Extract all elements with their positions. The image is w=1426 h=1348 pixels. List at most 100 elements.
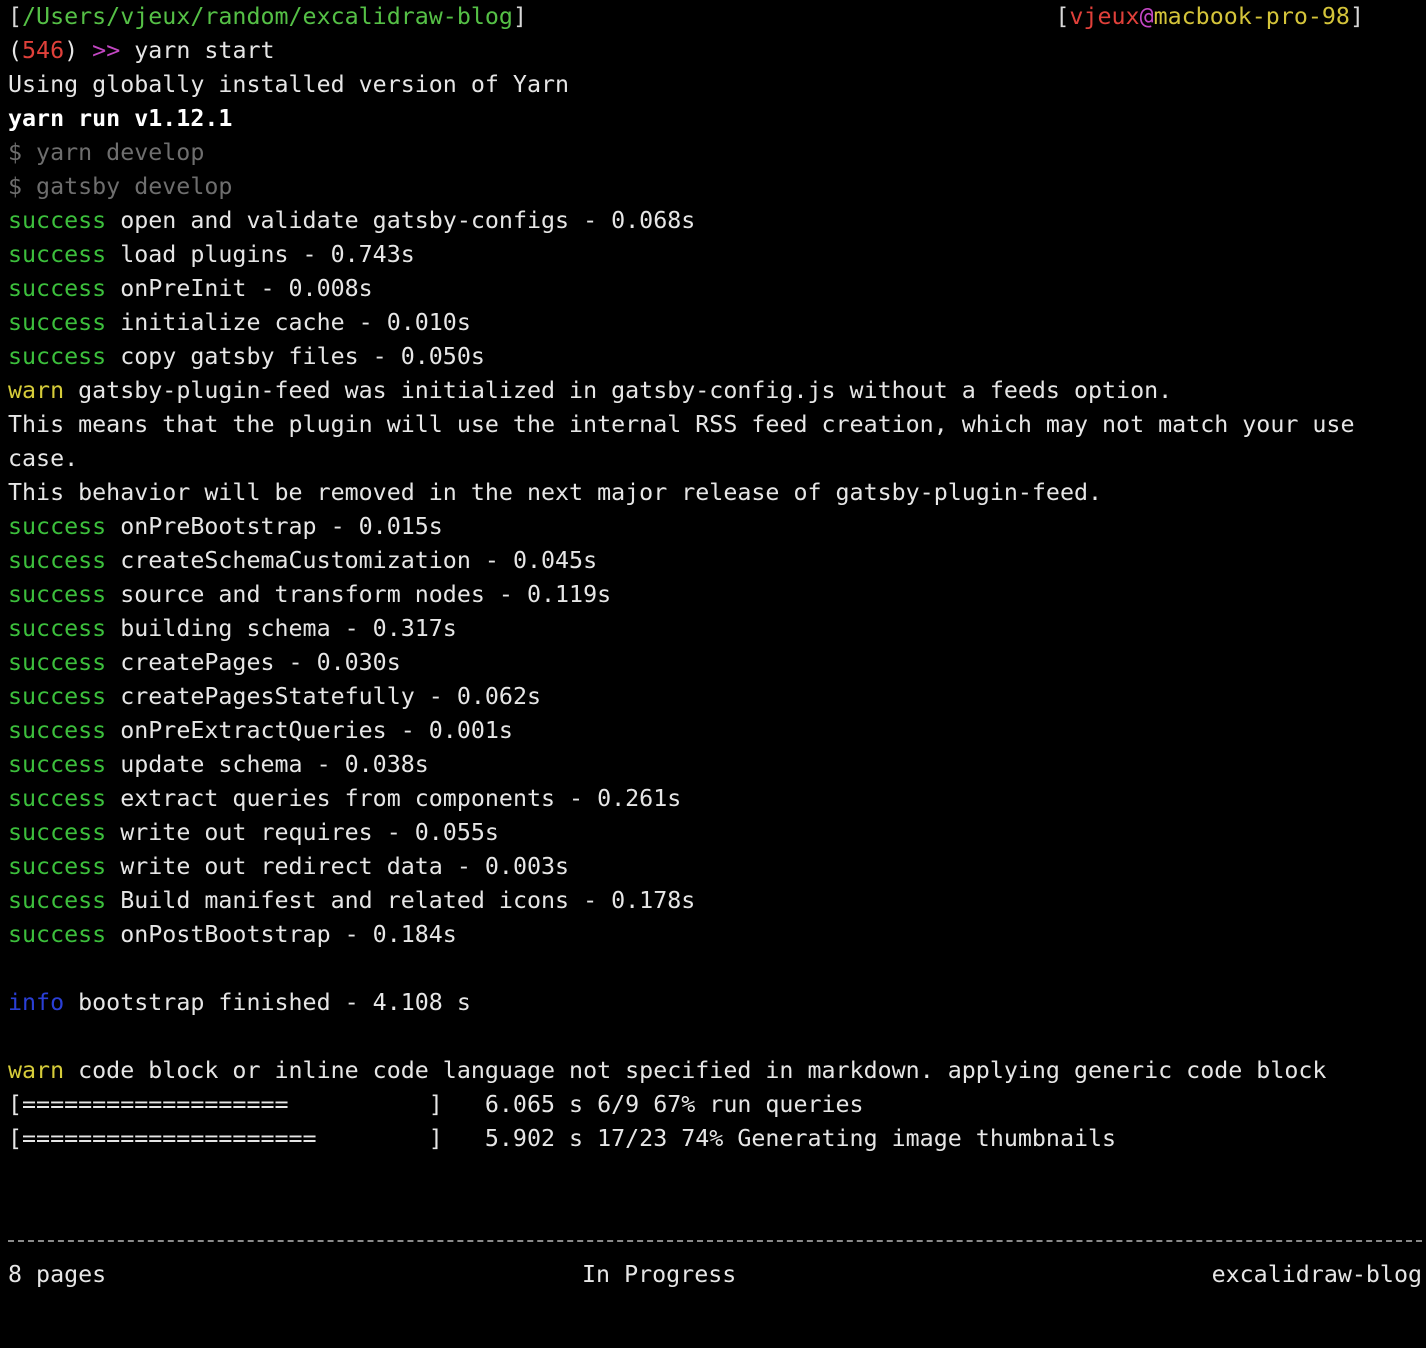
- text-segment: $ yarn develop: [8, 139, 205, 166]
- text-segment: This behavior will be removed in the nex…: [8, 479, 1103, 506]
- output-line: success onPreExtractQueries - 0.001s: [8, 714, 513, 748]
- text-segment: gatsby-plugin-feed was initialized in ga…: [64, 377, 1173, 404]
- output-line: success building schema - 0.317s: [8, 612, 457, 646]
- text-segment: success: [8, 343, 107, 370]
- text-segment: load plugins - 0.743s: [106, 241, 415, 268]
- text-segment: onPreBootstrap - 0.015s: [106, 513, 443, 540]
- text-segment: success: [8, 785, 107, 812]
- output-line: success write out requires - 0.055s: [8, 816, 499, 850]
- text-segment: success: [8, 513, 107, 540]
- text-segment: success: [8, 581, 107, 608]
- text-segment: write out requires - 0.055s: [106, 819, 499, 846]
- output-line: success Build manifest and related icons…: [8, 884, 695, 918]
- text-segment: success: [8, 751, 107, 778]
- output-line: success createPagesStatefully - 0.062s: [8, 680, 541, 714]
- text-segment: source and transform nodes - 0.119s: [106, 581, 612, 608]
- text-segment: extract queries from components - 0.261s: [106, 785, 682, 812]
- text-segment: [: [8, 3, 23, 30]
- text-segment: ): [64, 37, 93, 64]
- text-segment: success: [8, 819, 107, 846]
- text-segment: success: [8, 887, 107, 914]
- output-line: (546) >> yarn start: [8, 34, 275, 68]
- text-segment: onPreInit - 0.008s: [106, 275, 373, 302]
- text-segment: Build manifest and related icons - 0.178…: [106, 887, 696, 914]
- output-line: success source and transform nodes - 0.1…: [8, 578, 611, 612]
- text-segment: success: [8, 207, 107, 234]
- output-line: success load plugins - 0.743s: [8, 238, 415, 272]
- text-segment: /Users/vjeux/random/excalidraw-blog: [22, 3, 513, 30]
- text-segment: $ gatsby develop: [8, 173, 233, 200]
- terminal-window[interactable]: [/Users/vjeux/random/excalidraw-blog] [v…: [0, 0, 1426, 1348]
- text-segment: 546: [22, 37, 65, 64]
- status-progress: In Progress: [582, 1261, 737, 1288]
- output-line: success createSchemaCustomization - 0.04…: [8, 544, 597, 578]
- current-directory: [/Users/vjeux/random/excalidraw-blog]: [8, 0, 527, 34]
- output-line: [===================== ] 5.902 s 17/23 7…: [8, 1122, 1116, 1156]
- text-segment: success: [8, 717, 107, 744]
- output-line: warn gatsby-plugin-feed was initialized …: [8, 374, 1172, 408]
- text-segment: success: [8, 241, 107, 268]
- output-line: success copy gatsby files - 0.050s: [8, 340, 485, 374]
- text-segment: success: [8, 683, 107, 710]
- text-segment: building schema - 0.317s: [106, 615, 457, 642]
- text-segment: success: [8, 853, 107, 880]
- output-line: success extract queries from components …: [8, 782, 681, 816]
- text-segment: success: [8, 615, 107, 642]
- text-segment: [=================== ] 6.065 s 6/9 67% r…: [8, 1091, 864, 1118]
- user-host: [vjeux@macbook-pro-98]: [1055, 0, 1364, 34]
- status-pages-count: 8 pages: [8, 1261, 107, 1288]
- text-segment: yarn start: [120, 37, 275, 64]
- text-segment: This means that the plugin will use the …: [8, 411, 1355, 438]
- output-line: case.: [8, 442, 78, 476]
- output-line: success write out redirect data - 0.003s: [8, 850, 569, 884]
- text-segment: >>: [92, 37, 121, 64]
- text-segment: yarn run v1.12.1: [8, 105, 233, 132]
- output-line: success update schema - 0.038s: [8, 748, 429, 782]
- text-segment: macbook-pro-98: [1153, 3, 1350, 30]
- output-line: Using globally installed version of Yarn: [8, 68, 569, 102]
- text-segment: initialize cache - 0.010s: [106, 309, 471, 336]
- text-segment: write out redirect data - 0.003s: [106, 853, 570, 880]
- text-segment: createPagesStatefully - 0.062s: [106, 683, 541, 710]
- text-segment: open and validate gatsby-configs - 0.068…: [106, 207, 696, 234]
- text-segment: code block or inline code language not s…: [64, 1057, 1327, 1084]
- text-segment: warn: [8, 377, 65, 404]
- text-segment: ]: [1349, 3, 1364, 30]
- output-line: success onPreInit - 0.008s: [8, 272, 373, 306]
- text-segment: success: [8, 275, 107, 302]
- output-line: success onPreBootstrap - 0.015s: [8, 510, 443, 544]
- output-line: $ yarn develop: [8, 136, 204, 170]
- text-segment: warn: [8, 1057, 65, 1084]
- text-segment: [: [1055, 3, 1070, 30]
- output-line: yarn run v1.12.1: [8, 102, 232, 136]
- text-segment: info: [8, 989, 65, 1016]
- status-divider: [8, 1240, 1422, 1242]
- text-segment: createPages - 0.030s: [106, 649, 401, 676]
- output-line: info bootstrap finished - 4.108 s: [8, 986, 471, 1020]
- status-project-name: excalidraw-blog: [1211, 1261, 1422, 1288]
- output-line: success open and validate gatsby-configs…: [8, 204, 695, 238]
- text-segment: copy gatsby files - 0.050s: [106, 343, 485, 370]
- output-line: This behavior will be removed in the nex…: [8, 476, 1102, 510]
- output-line: [=================== ] 6.065 s 6/9 67% r…: [8, 1088, 864, 1122]
- text-segment: success: [8, 309, 107, 336]
- text-segment: [===================== ] 5.902 s 17/23 7…: [8, 1125, 1117, 1152]
- text-segment: case.: [8, 445, 79, 472]
- output-line: success initialize cache - 0.010s: [8, 306, 471, 340]
- output-line: success createPages - 0.030s: [8, 646, 401, 680]
- output-line: success onPostBootstrap - 0.184s: [8, 918, 457, 952]
- text-segment: success: [8, 921, 107, 948]
- output-line: This means that the plugin will use the …: [8, 408, 1355, 442]
- text-segment: update schema - 0.038s: [106, 751, 429, 778]
- text-segment: success: [8, 547, 107, 574]
- text-segment: onPostBootstrap - 0.184s: [106, 921, 457, 948]
- text-segment: @: [1139, 3, 1154, 30]
- text-segment: ]: [512, 3, 527, 30]
- text-segment: bootstrap finished - 4.108 s: [64, 989, 471, 1016]
- text-segment: onPreExtractQueries - 0.001s: [106, 717, 513, 744]
- text-segment: success: [8, 649, 107, 676]
- text-segment: (: [8, 37, 23, 64]
- text-segment: vjeux: [1069, 3, 1140, 30]
- text-segment: createSchemaCustomization - 0.045s: [106, 547, 598, 574]
- output-line: warn code block or inline code language …: [8, 1054, 1326, 1088]
